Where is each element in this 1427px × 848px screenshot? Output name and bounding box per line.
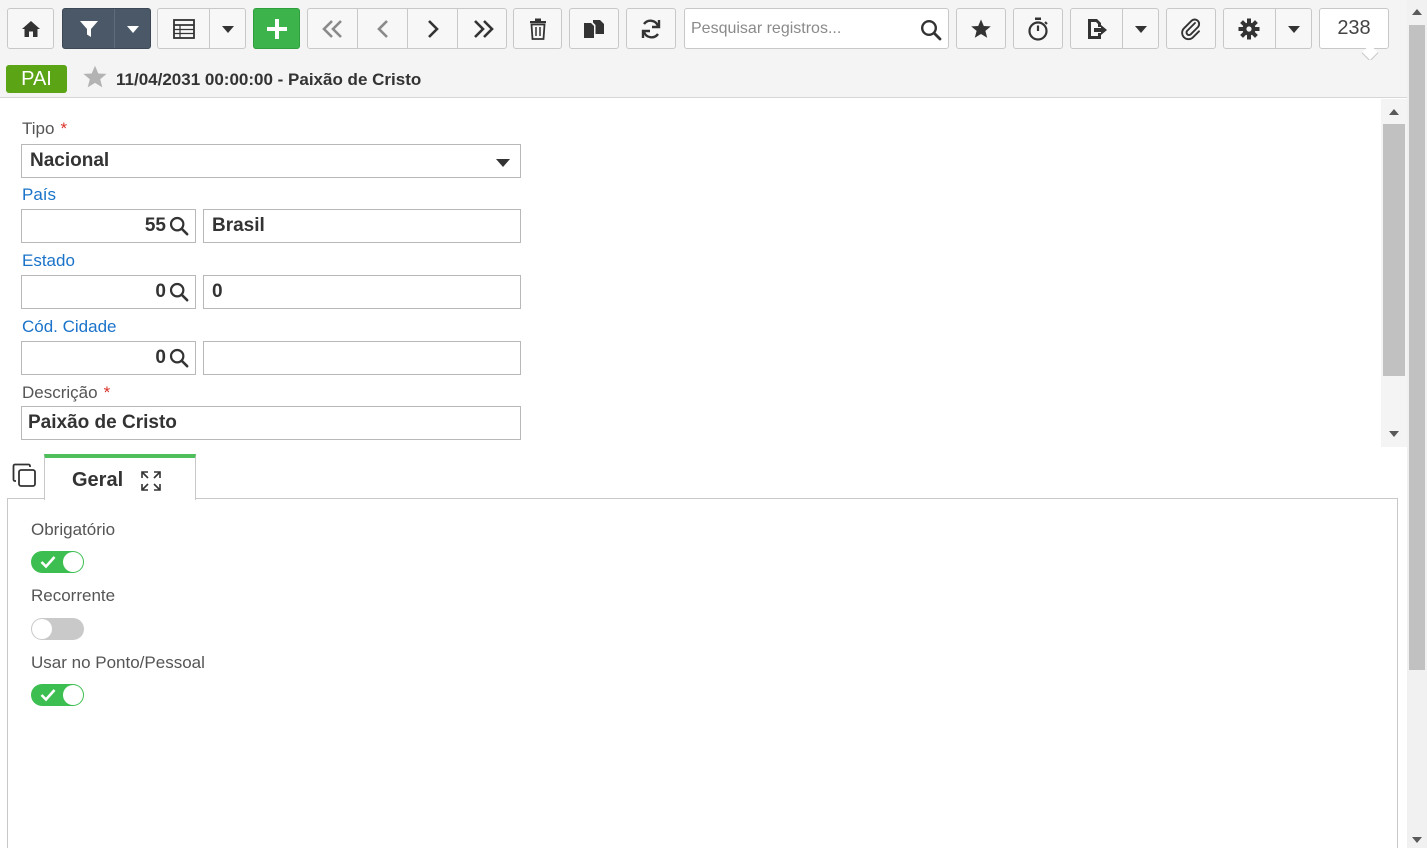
cidade-name-field[interactable] — [203, 341, 521, 375]
recorrente-toggle[interactable] — [31, 618, 84, 640]
tipo-select[interactable]: Nacional — [21, 144, 521, 178]
search-icon[interactable] — [920, 19, 942, 41]
check-icon — [40, 689, 56, 702]
export-button[interactable] — [1070, 8, 1159, 49]
scroll-down-icon[interactable] — [1389, 431, 1399, 437]
star-icon — [971, 19, 991, 38]
page-scrollbar-thumb[interactable] — [1409, 25, 1425, 670]
home-button[interactable] — [7, 8, 54, 49]
next-record-button[interactable] — [408, 9, 458, 48]
tab-bar: Geral — [0, 447, 1407, 500]
search-field — [684, 8, 949, 49]
record-form: Tipo * Nacional País 55 Brasil Estado 0 0… — [0, 99, 1380, 447]
star-icon[interactable] — [82, 64, 108, 90]
toolbar: 238 — [0, 0, 1407, 62]
estado-code-value: 0 — [155, 281, 166, 302]
form-scrollbar-thumb[interactable] — [1383, 124, 1405, 376]
last-record-button[interactable] — [458, 9, 508, 48]
pais-name-value: Brasil — [212, 215, 265, 236]
search-icon[interactable] — [169, 216, 189, 236]
obrigatorio-label: Obrigatório — [31, 520, 116, 539]
scroll-up-icon[interactable] — [1389, 109, 1399, 115]
estado-name-field[interactable]: 0 — [203, 275, 521, 309]
attachments-button[interactable] — [1166, 8, 1216, 49]
tab-geral-label: Geral — [72, 469, 124, 491]
chevron-down-icon[interactable] — [1288, 26, 1300, 34]
duplicate-button[interactable] — [569, 8, 619, 49]
chevron-down-icon[interactable] — [222, 26, 234, 34]
cidade-code-value: 0 — [155, 347, 166, 368]
expand-icon[interactable] — [141, 471, 161, 491]
cidade-label[interactable]: Cód. Cidade — [22, 317, 117, 337]
record-navigation — [307, 8, 507, 49]
previous-record-icon — [377, 19, 388, 38]
toggle-knob — [32, 619, 52, 639]
search-icon[interactable] — [169, 348, 189, 368]
record-title: 11/04/2031 00:00:00 - Paixão de Cristo — [116, 70, 422, 89]
tipo-label: Tipo * — [22, 119, 68, 138]
pais-name-field[interactable]: Brasil — [203, 209, 521, 243]
search-input[interactable] — [691, 17, 916, 41]
chevron-down-icon — [496, 159, 510, 167]
page-scrollbar[interactable] — [1407, 0, 1427, 848]
record-header: PAI 11/04/2031 00:00:00 - Paixão de Cris… — [0, 60, 1407, 98]
usar-ponto-label: Usar no Ponto/Pessoal — [31, 653, 205, 672]
search-icon[interactable] — [169, 282, 189, 302]
plus-icon — [266, 18, 287, 39]
last-record-icon — [474, 19, 494, 38]
stopwatch-icon — [1028, 17, 1048, 41]
cidade-code-field[interactable]: 0 — [21, 341, 196, 375]
usar-ponto-toggle[interactable] — [31, 684, 84, 706]
chevron-down-icon[interactable] — [1135, 26, 1147, 34]
scroll-up-icon[interactable] — [1412, 9, 1422, 15]
favorites-button[interactable] — [956, 8, 1006, 49]
gear-icon — [1238, 18, 1260, 40]
previous-record-button[interactable] — [358, 9, 408, 48]
obrigatorio-toggle[interactable] — [31, 551, 84, 573]
tab-geral[interactable]: Geral — [44, 454, 196, 500]
paperclip-icon — [1181, 18, 1201, 40]
record-count: 238 — [1319, 8, 1389, 49]
filter-button[interactable] — [62, 8, 151, 49]
pais-code-value: 55 — [144, 215, 166, 236]
first-record-button[interactable] — [308, 9, 358, 48]
scroll-down-icon[interactable] — [1412, 837, 1422, 843]
refresh-icon — [641, 19, 661, 38]
delete-button[interactable] — [513, 8, 562, 49]
form-scrollbar[interactable] — [1381, 99, 1407, 447]
required-marker: * — [103, 383, 111, 402]
descricao-value: Paixão de Cristo — [28, 412, 177, 433]
estado-code-field[interactable]: 0 — [21, 275, 196, 309]
copy-icon[interactable] — [12, 463, 38, 489]
descricao-label: Descrição * — [22, 383, 111, 402]
refresh-button[interactable] — [626, 8, 676, 49]
tab-panel-geral: Obrigatório Recorrente Usar no Ponto/Pes… — [7, 498, 1398, 848]
descricao-input[interactable]: Paixão de Cristo — [21, 406, 521, 440]
next-record-icon — [428, 19, 439, 38]
export-icon — [1088, 19, 1107, 39]
first-record-icon — [322, 19, 342, 38]
check-icon — [40, 556, 56, 569]
required-marker: * — [60, 119, 68, 138]
grid-view-icon — [173, 19, 195, 39]
pais-label[interactable]: País — [22, 185, 56, 205]
grid-view-button[interactable] — [157, 8, 246, 49]
toggle-knob — [63, 552, 83, 572]
filter-icon — [80, 21, 98, 37]
home-icon — [21, 20, 40, 37]
timer-button[interactable] — [1013, 8, 1063, 49]
estado-label[interactable]: Estado — [22, 251, 75, 271]
chevron-down-icon[interactable] — [127, 26, 139, 34]
toggle-knob — [63, 685, 83, 705]
pais-code-field[interactable]: 55 — [21, 209, 196, 243]
copy-documents-icon — [584, 19, 604, 38]
trash-icon — [529, 18, 546, 40]
add-record-button[interactable] — [253, 8, 300, 49]
settings-button[interactable] — [1223, 8, 1312, 49]
tipo-value: Nacional — [30, 150, 110, 171]
page: 238 PAI 11/04/2031 00:00:00 - Paixão de … — [0, 0, 1427, 848]
record-type-badge: PAI — [6, 65, 67, 93]
estado-name-value: 0 — [212, 281, 223, 302]
recorrente-label: Recorrente — [31, 586, 116, 605]
